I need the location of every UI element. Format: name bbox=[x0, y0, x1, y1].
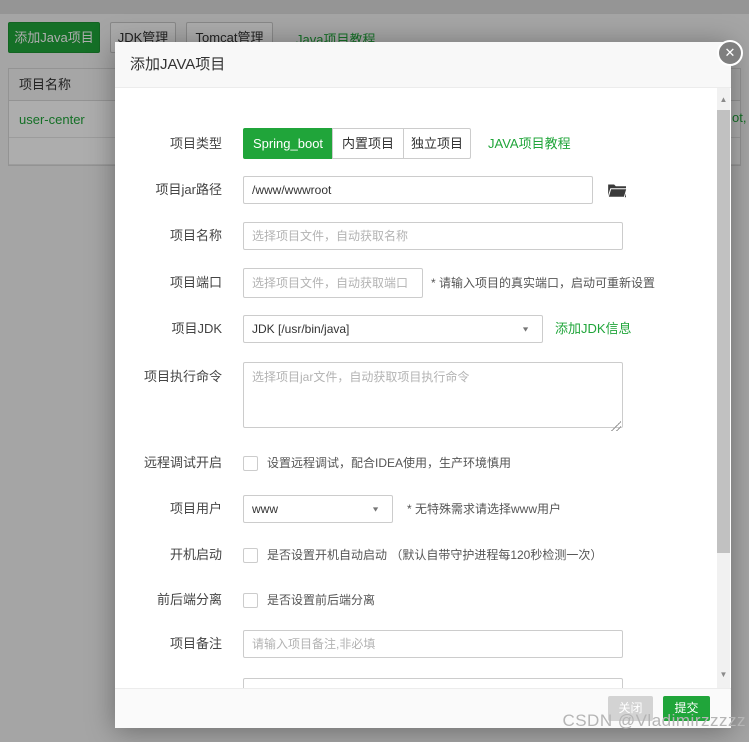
screen: 添加Java项目 JDK管理 Tomcat管理 Java项目教程 项目名称 us… bbox=[0, 0, 749, 742]
form-row-jar-path: 项目jar路径 bbox=[115, 176, 628, 204]
scroll-up-icon[interactable]: ▲ bbox=[717, 92, 730, 107]
project-user-select[interactable]: www ▼ bbox=[243, 495, 393, 523]
exec-command-label: 项目执行命令 bbox=[143, 369, 222, 384]
jdk-select[interactable]: JDK [/usr/bin/java] ▼ bbox=[243, 315, 543, 343]
java-project-tutorial-link[interactable]: JAVA项目教程 bbox=[488, 128, 571, 159]
close-icon[interactable]: ✕ bbox=[717, 40, 743, 66]
auto-start-label: 开机启动 bbox=[169, 547, 222, 562]
front-back-separation-text: 是否设置前后端分离 bbox=[267, 593, 376, 607]
front-back-separation-checkbox[interactable] bbox=[243, 592, 258, 608]
project-port-input[interactable] bbox=[243, 268, 423, 298]
front-back-separation-label: 前后端分离 bbox=[156, 592, 222, 607]
type-option-standalone[interactable]: 独立项目 bbox=[403, 128, 471, 159]
form-row-project-type: 项目类型 Spring_boot 内置项目 独立项目 JAVA项目教程 bbox=[115, 128, 571, 159]
auto-start-text: 是否设置开机自动启动 （默认自带守护进程每120秒检测一次） bbox=[267, 548, 603, 562]
modal-title: 添加JAVA项目 bbox=[115, 42, 731, 88]
remote-debug-checkbox[interactable] bbox=[243, 455, 258, 471]
auto-start-checkbox[interactable] bbox=[243, 547, 258, 563]
project-jdk-label: 项目JDK bbox=[171, 321, 222, 336]
add-java-project-modal: 添加JAVA项目 ✕ 项目类型 Spring_boot 内置项目 独立项目 JA… bbox=[115, 40, 743, 728]
resize-grip-icon[interactable] bbox=[611, 421, 621, 431]
form-row-exec-command: 项目执行命令 bbox=[115, 362, 623, 433]
modal-body: 项目类型 Spring_boot 内置项目 独立项目 JAVA项目教程 项目ja… bbox=[115, 88, 731, 688]
modal-scrollbar[interactable]: ▲ ▼ bbox=[717, 88, 730, 688]
type-option-builtin[interactable]: 内置项目 bbox=[332, 128, 404, 159]
project-note-label: 项目备注 bbox=[169, 636, 222, 651]
form-row-front-back-separation: 前后端分离 是否设置前后端分离 bbox=[115, 592, 375, 608]
jar-path-label: 项目jar路径 bbox=[155, 182, 222, 197]
folder-browse-icon[interactable] bbox=[607, 182, 628, 199]
form-row-clipped bbox=[115, 678, 623, 688]
project-user-note: * 无特殊需求请选择www用户 bbox=[407, 502, 562, 516]
exec-command-textarea[interactable] bbox=[243, 362, 623, 428]
remote-debug-text: 设置远程调试，配合IDEA使用，生产环境慎用 bbox=[267, 456, 512, 470]
scroll-down-icon[interactable]: ▼ bbox=[717, 667, 730, 682]
project-type-label: 项目类型 bbox=[169, 136, 222, 151]
project-port-label: 项目端口 bbox=[169, 275, 222, 290]
chevron-down-icon: ▼ bbox=[521, 325, 530, 333]
jar-path-input[interactable] bbox=[243, 176, 593, 204]
form-row-project-name: 项目名称 bbox=[115, 222, 623, 250]
jdk-select-value: JDK [/usr/bin/java] bbox=[252, 322, 350, 336]
form-row-auto-start: 开机启动 是否设置开机自动启动 （默认自带守护进程每120秒检测一次） bbox=[115, 547, 602, 563]
form-row-project-jdk: 项目JDK JDK [/usr/bin/java] ▼ 添加JDK信息 bbox=[115, 315, 632, 343]
form-row-project-note: 项目备注 bbox=[115, 630, 623, 658]
scrollbar-thumb[interactable] bbox=[717, 110, 730, 553]
chevron-down-icon: ▼ bbox=[371, 505, 380, 513]
project-name-label: 项目名称 bbox=[169, 228, 222, 243]
type-option-springboot[interactable]: Spring_boot bbox=[243, 128, 333, 159]
csdn-watermark: CSDN @Vladimirzzzzz bbox=[562, 711, 746, 730]
project-port-note: * 请输入项目的真实端口，启动可重新设置 bbox=[431, 276, 656, 290]
form-row-remote-debug: 远程调试开启 设置远程调试，配合IDEA使用，生产环境慎用 bbox=[115, 455, 511, 471]
remote-debug-label: 远程调试开启 bbox=[143, 455, 222, 470]
project-user-value: www bbox=[252, 502, 278, 516]
project-user-label: 项目用户 bbox=[169, 501, 222, 516]
form-row-project-port: 项目端口 * 请输入项目的真实端口，启动可重新设置 bbox=[115, 268, 655, 298]
project-note-input[interactable] bbox=[243, 630, 623, 658]
add-jdk-link[interactable]: 添加JDK信息 bbox=[555, 315, 632, 343]
form-row-project-user: 项目用户 www ▼ * 无特殊需求请选择www用户 bbox=[115, 495, 561, 523]
project-name-input[interactable] bbox=[243, 222, 623, 250]
clipped-input[interactable] bbox=[243, 678, 623, 688]
